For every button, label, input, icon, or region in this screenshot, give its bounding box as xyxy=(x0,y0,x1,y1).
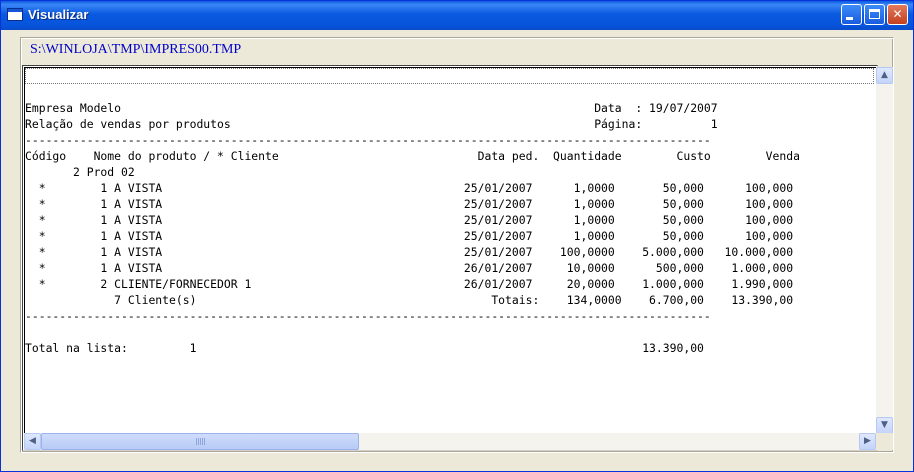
report-line: * 1 A VISTA 25/01/2007 100,0000 5.000,00… xyxy=(25,245,794,259)
window-icon xyxy=(7,8,23,21)
chevron-down-icon: ▼ xyxy=(881,420,888,430)
close-button[interactable]: ✕ xyxy=(887,4,908,25)
report-line: ----------------------------------------… xyxy=(25,133,711,147)
grip-icon xyxy=(196,438,206,445)
scroll-left-button[interactable]: ◀ xyxy=(24,433,41,450)
chevron-up-icon: ▲ xyxy=(881,70,888,80)
report-line: Código Nome do produto / * Cliente Data … xyxy=(25,149,800,163)
horizontal-scroll-thumb[interactable] xyxy=(41,433,359,450)
close-icon: ✕ xyxy=(892,7,903,21)
report-line: 7 Cliente(s) Totais: 134,0000 6.700,00 1… xyxy=(25,293,794,307)
chevron-right-icon: ▶ xyxy=(864,436,871,446)
minimize-icon xyxy=(846,17,853,20)
chevron-left-icon: ◀ xyxy=(29,436,36,446)
title-bar[interactable]: Visualizar xyxy=(1,1,913,30)
report-line: 2 Prod 02 xyxy=(25,165,135,179)
file-path: S:\WINLOJA\TMP\IMPRES00.TMP xyxy=(30,42,242,57)
report-line xyxy=(25,324,866,340)
scroll-up-button[interactable]: ▲ xyxy=(876,67,893,84)
maximize-button[interactable] xyxy=(864,4,885,25)
cursor-line xyxy=(25,68,874,84)
scroll-down-button[interactable]: ▼ xyxy=(876,417,893,434)
report-line: * 1 A VISTA 25/01/2007 1,0000 50,000 100… xyxy=(25,181,794,195)
report-line: * 1 A VISTA 25/01/2007 1,0000 50,000 100… xyxy=(25,229,794,243)
report-line: ----------------------------------------… xyxy=(25,309,711,323)
report-line: Relação de vendas por produtos Página: 1 xyxy=(25,117,718,131)
report-line: * 2 CLIENTE/FORNECEDOR 1 26/01/2007 20,0… xyxy=(25,277,794,291)
report-line: * 1 A VISTA 25/01/2007 1,0000 50,000 100… xyxy=(25,213,794,227)
report-text: Empresa Modelo Data : 19/07/2007 Relação … xyxy=(25,100,866,356)
report-line: * 1 A VISTA 25/01/2007 1,0000 50,000 100… xyxy=(25,197,794,211)
minimize-button[interactable] xyxy=(841,4,862,25)
window-title: Visualizar xyxy=(28,7,89,22)
report-line: * 1 A VISTA 26/01/2007 10,0000 500,000 1… xyxy=(25,261,794,275)
scroll-right-button[interactable]: ▶ xyxy=(859,433,876,450)
vertical-scrollbar[interactable] xyxy=(876,67,893,434)
maximize-icon xyxy=(869,9,880,19)
scrollbar-corner xyxy=(876,433,893,450)
report-line: Empresa Modelo Data : 19/07/2007 xyxy=(25,101,718,115)
report-line: Total na lista: 1 13.390,00 xyxy=(25,341,704,355)
